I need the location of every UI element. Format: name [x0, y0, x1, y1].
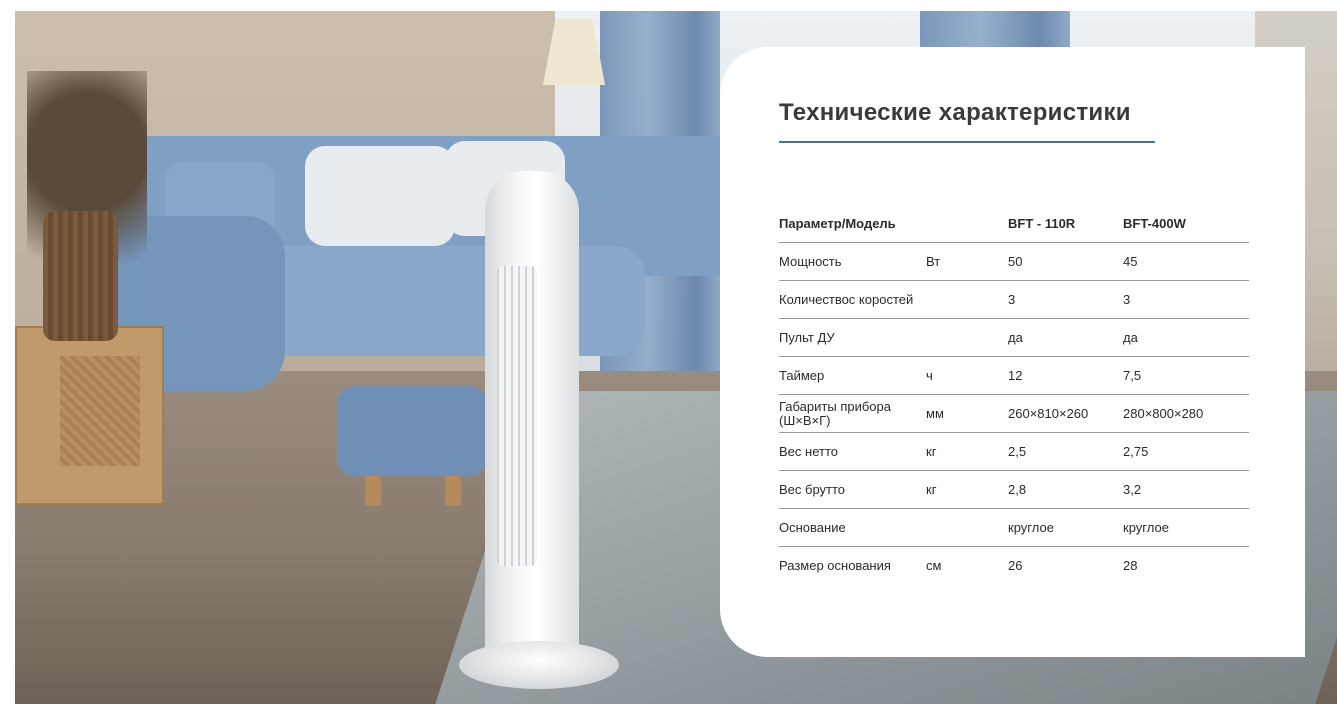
unit-cell — [926, 318, 1008, 357]
value-cell-a: 2,8 — [1008, 470, 1123, 509]
cabinet-door — [60, 356, 140, 466]
value-cell-b: круглое — [1123, 508, 1249, 547]
table-row: Основание круглое круглое — [779, 508, 1249, 547]
table-row: Пульт ДУ да да — [779, 318, 1249, 357]
value-cell-b: 3 — [1123, 280, 1249, 319]
unit-cell: мм — [926, 394, 1008, 433]
specs-card: Технические характеристики Параметр/Моде… — [720, 47, 1305, 657]
ottoman-leg — [445, 476, 461, 506]
param-cell: Габариты прибора (Ш×В×Г) — [779, 394, 926, 433]
table-row: Количествос коростей 3 3 — [779, 280, 1249, 319]
wicker-vase — [43, 211, 118, 341]
unit-cell: ч — [926, 356, 1008, 395]
value-cell-a: 2,5 — [1008, 432, 1123, 471]
param-cell: Количествос коростей — [779, 280, 926, 319]
title-underline — [779, 141, 1155, 143]
param-cell: Вес брутто — [779, 470, 926, 509]
value-cell-a: 3 — [1008, 280, 1123, 319]
param-cell: Таймер — [779, 356, 926, 395]
unit-cell: кг — [926, 432, 1008, 471]
value-cell-a: 260×810×260 — [1008, 394, 1123, 433]
value-cell-b: 28 — [1123, 557, 1138, 573]
param-cell: Основание — [779, 508, 926, 547]
param-cell: Мощность — [779, 242, 926, 281]
value-cell-b: да — [1123, 318, 1249, 357]
header-unit — [926, 205, 1008, 243]
param-cell: Размер основания — [779, 557, 891, 573]
value-cell-a: 26 — [1008, 557, 1023, 573]
header-model-b: BFT-400W — [1123, 205, 1249, 243]
value-cell-b: 3,2 — [1123, 470, 1249, 509]
unit-cell: кг — [926, 470, 1008, 509]
param-cell: Пульт ДУ — [779, 318, 926, 357]
cushion — [305, 146, 455, 246]
ottoman — [337, 386, 487, 476]
tower-fan-base — [459, 641, 619, 689]
unit-cell: Вт — [926, 242, 1008, 281]
value-cell-a: да — [1008, 318, 1123, 357]
tower-fan-grill — [497, 266, 537, 566]
unit-cell — [926, 280, 1008, 319]
value-cell-b: 2,75 — [1123, 432, 1249, 471]
table-row: Мощность Вт 50 45 — [779, 242, 1249, 281]
value-cell-b: 45 — [1123, 242, 1249, 281]
page-title: Технические характеристики — [779, 99, 1131, 126]
header-parameter: Параметр/Модель — [779, 205, 926, 243]
value-cell-b: 280×800×280 — [1123, 394, 1249, 433]
value-cell-a: 12 — [1008, 356, 1123, 395]
table-header-row: Параметр/Модель BFT - 110R BFT-400W — [779, 205, 1249, 243]
table-row: Размер основания см 26 28 — [779, 547, 1249, 585]
ottoman-leg — [365, 476, 381, 506]
table-row: Вес брутто кг 2,8 3,2 — [779, 470, 1249, 509]
table-row: Таймер ч 12 7,5 — [779, 356, 1249, 395]
param-cell: Вес нетто — [779, 432, 926, 471]
table-row: Вес нетто кг 2,5 2,75 — [779, 432, 1249, 471]
specs-table: Параметр/Модель BFT - 110R BFT-400W Мощн… — [779, 205, 1249, 584]
value-cell-a: круглое — [1008, 508, 1123, 547]
header-model-a: BFT - 110R — [1008, 205, 1123, 243]
table-row: Габариты прибора (Ш×В×Г) мм 260×810×260 … — [779, 394, 1249, 433]
unit-cell — [926, 508, 1008, 547]
value-cell-b: 7,5 — [1123, 356, 1249, 395]
value-cell-a: 50 — [1008, 242, 1123, 281]
unit-cell: см — [926, 557, 942, 573]
